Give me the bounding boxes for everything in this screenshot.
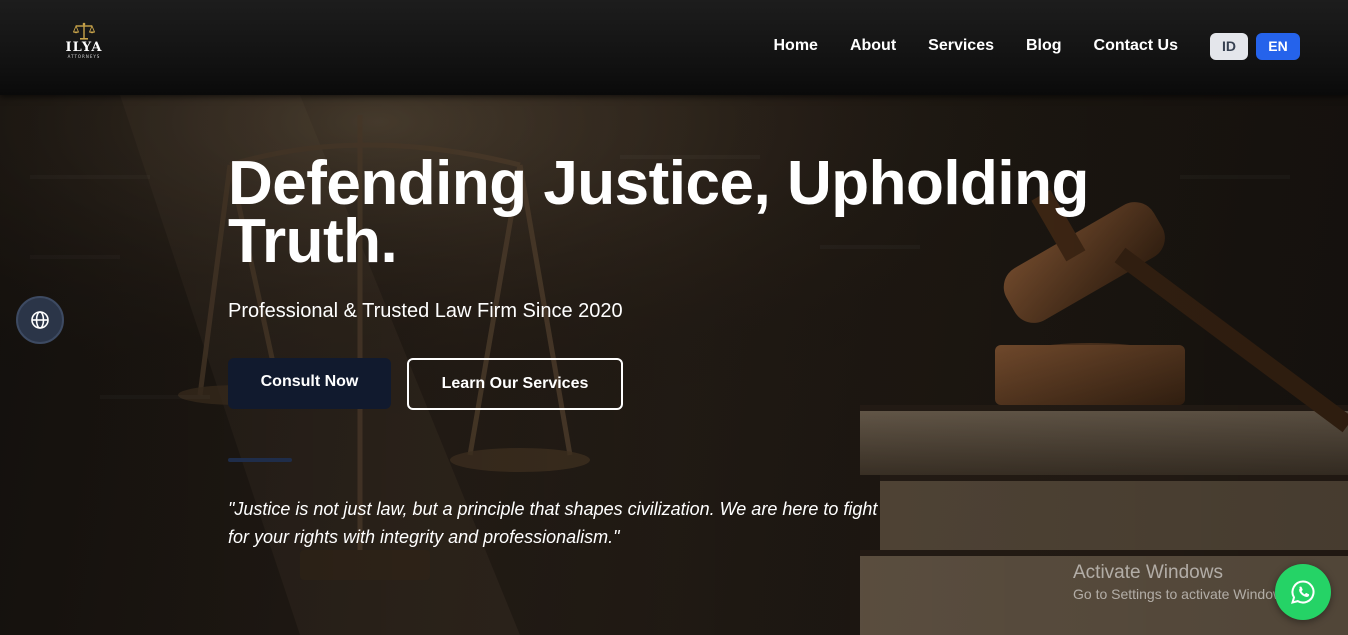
learn-services-button[interactable]: Learn Our Services (407, 358, 623, 410)
nav-item-services[interactable]: Services (928, 36, 994, 56)
language-globe-button[interactable] (16, 296, 64, 344)
watermark-subtitle: Go to Settings to activate Windows. (1073, 586, 1294, 602)
hero-subtitle: Professional & Trusted Law Firm Since 20… (228, 300, 623, 322)
brand-logo[interactable]: ILYA ATTORNEYS (60, 22, 108, 70)
windows-activation-watermark: Activate Windows Go to Settings to activ… (1073, 562, 1294, 604)
scales-of-justice-icon (73, 22, 95, 40)
brand-name: ILYA (65, 40, 103, 55)
site-header: ILYA ATTORNEYS Home About Services Blog … (0, 0, 1348, 95)
hero-divider (228, 458, 292, 462)
main-nav: Home About Services Blog Contact Us (742, 36, 1179, 56)
watermark-title: Activate Windows (1073, 562, 1223, 583)
language-option-id[interactable]: ID (1210, 33, 1248, 60)
nav-item-contact[interactable]: Contact Us (1094, 36, 1178, 56)
whatsapp-icon (1291, 580, 1315, 604)
hero-title: Defending Justice, Upholding Truth. (228, 149, 1089, 276)
hero-quote: "Justice is not just law, but a principl… (228, 499, 878, 547)
globe-icon (31, 311, 49, 329)
nav-item-blog[interactable]: Blog (1026, 36, 1062, 56)
language-option-en[interactable]: EN (1256, 33, 1300, 60)
whatsapp-chat-button[interactable] (1275, 564, 1331, 620)
nav-item-about[interactable]: About (850, 36, 896, 56)
consult-now-button[interactable]: Consult Now (228, 358, 391, 409)
hero-section: Defending Justice, Upholding Truth. Prof… (0, 95, 1348, 635)
nav-item-home[interactable]: Home (774, 36, 818, 56)
